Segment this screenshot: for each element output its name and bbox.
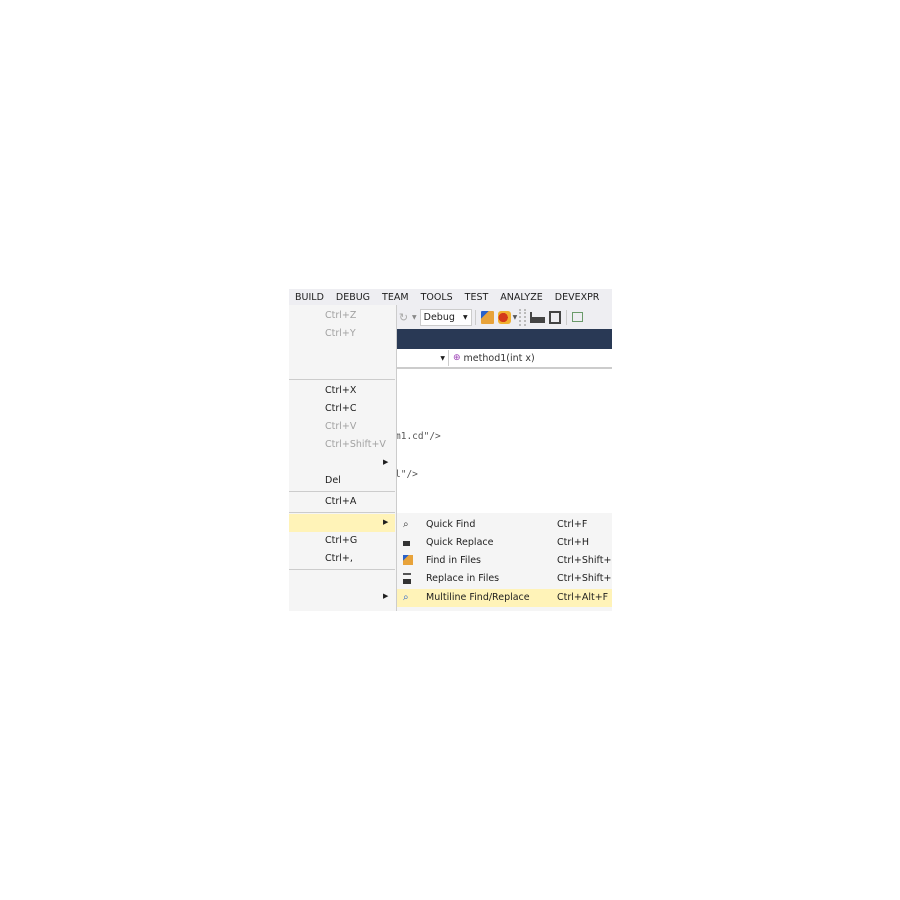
menu-separator: [289, 569, 395, 570]
chevron-down-icon: ▼: [463, 313, 468, 321]
menu-item-undo[interactable]: Ctrl+Z: [289, 307, 395, 325]
shortcut: Ctrl+Z: [325, 310, 357, 321]
menu-team[interactable]: TEAM: [376, 292, 415, 303]
configuration-value: Debug: [423, 311, 455, 323]
menu-bar: BUILD DEBUG TEAM TOOLS TEST ANALYZE DEVE…: [289, 289, 612, 305]
shortcut: Ctrl+Shift+V: [325, 439, 386, 450]
find-in-files-icon[interactable]: [480, 310, 494, 324]
member-dropdown[interactable]: ⊕ method1(int x): [449, 353, 535, 364]
submenu-arrow-icon: ▶: [383, 458, 389, 466]
submenu-arrow-icon: ▶: [383, 518, 389, 526]
menu-item-submenu[interactable]: ▶: [289, 454, 395, 472]
shortcut: Ctrl+Shift+F: [557, 555, 612, 566]
submenu-item-quick-replace[interactable]: Quick Replace Ctrl+H: [397, 534, 612, 552]
menu-separator: [289, 512, 395, 513]
dropdown-arrow-icon[interactable]: ▼: [412, 314, 417, 321]
menu-separator: [289, 379, 395, 380]
menu-test[interactable]: TEST: [459, 292, 495, 303]
shortcut: Ctrl+F: [557, 519, 588, 530]
menu-separator: [289, 491, 395, 492]
item-label: Quick Replace: [426, 537, 494, 548]
submenu-item-multiline-find-replace[interactable]: ⌕ Multiline Find/Replace Ctrl+Alt+F: [397, 589, 612, 607]
code-line: l"/>: [395, 469, 418, 480]
type-dropdown[interactable]: ▼: [395, 350, 449, 366]
quick-find-icon: ⌕: [403, 519, 409, 530]
menu-item-select-all[interactable]: Ctrl+A: [289, 493, 395, 511]
standard-toolbar: ↻ ▼ Debug ▼ ▼: [395, 305, 612, 329]
submenu-arrow-icon: ▶: [383, 592, 389, 600]
menu-item-find-and-replace[interactable]: ▶: [289, 514, 395, 532]
properties-icon[interactable]: [549, 310, 562, 324]
find-in-files-icon: [403, 555, 413, 565]
item-label: Find in Files: [426, 555, 482, 566]
submenu-item-quick-find[interactable]: ⌕ Quick Find Ctrl+F: [397, 516, 612, 534]
edit-menu: Ctrl+Z Ctrl+Y Ctrl+X Ctrl+C Ctrl+V Ctrl+…: [289, 305, 397, 611]
navigation-bar: ▼ ⊕ method1(int x): [395, 349, 612, 369]
menu-item-delete[interactable]: Del: [289, 472, 395, 490]
comment-icon[interactable]: [572, 312, 584, 322]
member-value: method1(int x): [463, 352, 535, 364]
multiline-find-replace-icon: ⌕: [403, 592, 409, 603]
menu-item-cycle-clipboard[interactable]: Ctrl+Shift+V: [289, 436, 395, 454]
shortcut: Ctrl+Shift+H: [557, 573, 612, 584]
menu-analyze[interactable]: ANALYZE: [494, 292, 548, 303]
menu-item-paste[interactable]: Ctrl+V: [289, 418, 395, 436]
attach-icon[interactable]: [497, 310, 511, 324]
document-tab-bar: [395, 329, 612, 349]
toolbox-icon[interactable]: [519, 308, 527, 326]
dropdown-arrow-icon[interactable]: ▼: [513, 314, 518, 321]
menu-item-submenu[interactable]: ▶: [289, 588, 395, 606]
menu-debug[interactable]: DEBUG: [330, 292, 376, 303]
shortcut: Ctrl+V: [325, 421, 357, 432]
shortcut: Ctrl+Alt+F: [557, 592, 609, 603]
shortcut: Ctrl+G: [325, 535, 358, 546]
find-and-replace-submenu: ⌕ Quick Find Ctrl+F Quick Replace Ctrl+H…: [396, 513, 612, 611]
item-label: Replace in Files: [426, 573, 500, 584]
toolbar-separator: [474, 309, 476, 325]
shortcut: Ctrl+H: [557, 537, 590, 548]
code-line: m1.cd"/>: [395, 431, 441, 442]
item-label: Quick Find: [426, 519, 476, 530]
shortcut: Ctrl+Y: [325, 328, 356, 339]
solution-configuration-dropdown[interactable]: Debug ▼: [419, 308, 472, 326]
menu-build[interactable]: BUILD: [289, 292, 330, 303]
shortcut: Ctrl+C: [325, 403, 357, 414]
solution-explorer-icon[interactable]: [530, 311, 546, 323]
menu-item-copy[interactable]: Ctrl+C: [289, 400, 395, 418]
visual-studio-window: BUILD DEBUG TEAM TOOLS TEST ANALYZE DEVE…: [289, 289, 612, 611]
menu-item-cut[interactable]: Ctrl+X: [289, 382, 395, 400]
replace-in-files-icon: [403, 573, 411, 584]
redo-icon[interactable]: ↻: [397, 311, 410, 324]
shortcut: Ctrl+X: [325, 385, 357, 396]
menu-tools[interactable]: TOOLS: [415, 292, 459, 303]
shortcut: Ctrl+A: [325, 496, 357, 507]
item-label: Multiline Find/Replace: [426, 592, 530, 603]
submenu-item-find-in-files[interactable]: Find in Files Ctrl+Shift+F: [397, 552, 612, 570]
method-icon: ⊕: [453, 353, 461, 363]
submenu-item-replace-in-files[interactable]: Replace in Files Ctrl+Shift+H: [397, 570, 612, 588]
toolbar-separator: [566, 309, 568, 325]
quick-replace-icon: [403, 537, 410, 546]
menu-devexpress[interactable]: DEVEXPR: [549, 292, 606, 303]
menu-item-redo[interactable]: Ctrl+Y: [289, 325, 395, 343]
menu-item-go-to[interactable]: Ctrl+G: [289, 532, 395, 550]
shortcut: Del: [325, 475, 341, 486]
menu-item-navigate-to[interactable]: Ctrl+,: [289, 550, 395, 568]
chevron-down-icon: ▼: [440, 354, 445, 362]
shortcut: Ctrl+,: [325, 553, 353, 564]
